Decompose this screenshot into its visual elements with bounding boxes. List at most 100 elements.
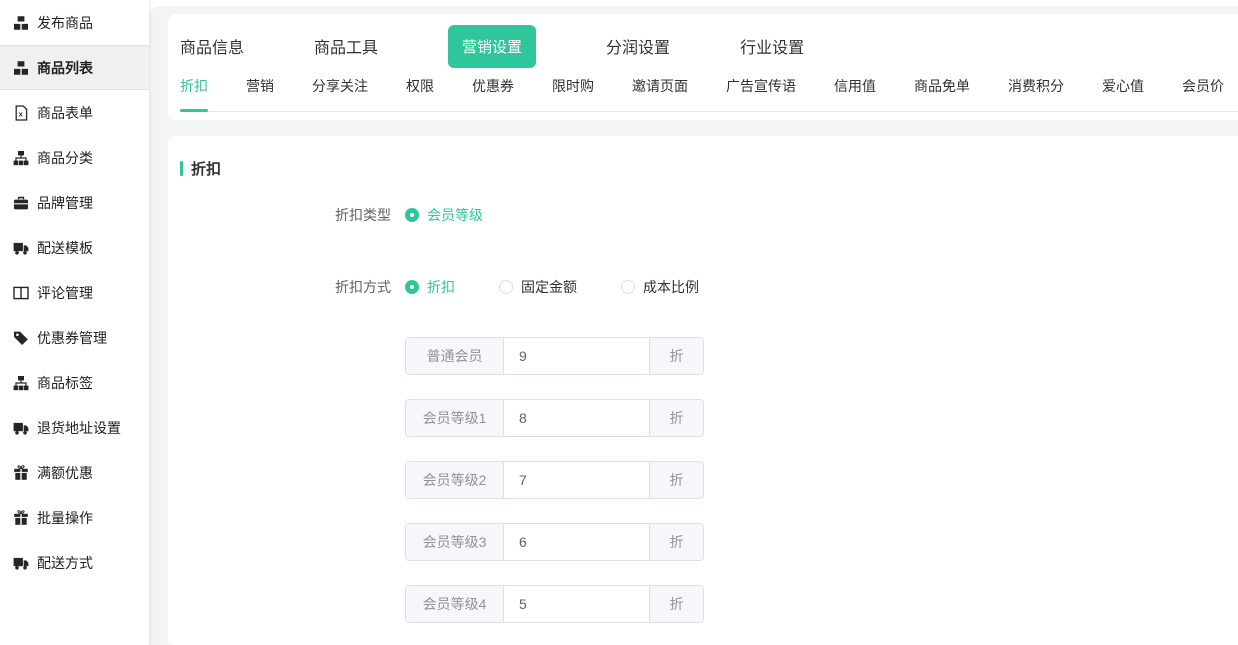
radio-label: 会员等级 bbox=[427, 205, 483, 225]
sidebar-item-brand-management[interactable]: 品牌管理 bbox=[0, 180, 149, 225]
input-prepend-label: 会员等级3 bbox=[406, 524, 504, 560]
sidebar-item-label: 满额优惠 bbox=[37, 463, 93, 483]
discount-input-group: 会员等级3 折 bbox=[405, 523, 704, 561]
sidebar-item-batch-operations[interactable]: 批量操作 bbox=[0, 495, 149, 540]
subtab-share-follow[interactable]: 分享关注 bbox=[312, 76, 368, 111]
subtab-invite-page[interactable]: 邀请页面 bbox=[632, 76, 688, 111]
radio-button-icon[interactable] bbox=[499, 280, 513, 294]
subtab-flash-sale[interactable]: 限时购 bbox=[552, 76, 594, 111]
tab-marketing-settings[interactable]: 营销设置 bbox=[448, 25, 536, 68]
truck-icon bbox=[13, 239, 30, 256]
discount-value-input[interactable] bbox=[504, 586, 649, 622]
discount-value-input[interactable] bbox=[504, 462, 649, 498]
secondary-tabs: 折扣 营销 分享关注 权限 优惠券 限时购 邀请页面 广告宣传语 信用值 商品免… bbox=[180, 76, 1238, 112]
sidebar-item-label: 退货地址设置 bbox=[37, 418, 121, 438]
sidebar-item-product-form[interactable]: 商品表单 bbox=[0, 90, 149, 135]
section-accent-bar bbox=[180, 161, 183, 176]
gift-icon bbox=[13, 509, 30, 526]
sidebar-item-product-category[interactable]: 商品分类 bbox=[0, 135, 149, 180]
sidebar-item-label: 商品表单 bbox=[37, 103, 93, 123]
subtab-coupon[interactable]: 优惠券 bbox=[472, 76, 514, 111]
truck-icon bbox=[13, 554, 30, 571]
columns-icon bbox=[13, 284, 30, 301]
radio-label: 成本比例 bbox=[643, 277, 699, 297]
tab-industry-settings[interactable]: 行业设置 bbox=[740, 34, 804, 58]
input-append-unit: 折 bbox=[649, 462, 703, 498]
briefcase-icon bbox=[13, 194, 30, 211]
sidebar-item-coupon-management[interactable]: 优惠券管理 bbox=[0, 315, 149, 360]
subtab-credit-value[interactable]: 信用值 bbox=[834, 76, 876, 111]
main-content-area: 商品信息 商品工具 营销设置 分润设置 行业设置 折扣 营销 分享关注 权限 优… bbox=[150, 6, 1238, 645]
sidebar-item-product-tags[interactable]: 商品标签 bbox=[0, 360, 149, 405]
sitemap-icon bbox=[13, 149, 30, 166]
sidebar-item-return-address-settings[interactable]: 退货地址设置 bbox=[0, 405, 149, 450]
input-prepend-label: 普通会员 bbox=[406, 338, 504, 374]
level-row-level3: 会员等级3 折 bbox=[180, 523, 1238, 561]
discount-input-group: 会员等级1 折 bbox=[405, 399, 704, 437]
radio-label: 固定金额 bbox=[521, 277, 577, 297]
discount-value-input[interactable] bbox=[504, 338, 649, 374]
sidebar-item-label: 商品标签 bbox=[37, 373, 93, 393]
tab-product-tools[interactable]: 商品工具 bbox=[314, 34, 378, 58]
discount-value-input[interactable] bbox=[504, 400, 649, 436]
radio-discount[interactable]: 折扣 bbox=[405, 277, 455, 297]
sidebar-item-publish-product[interactable]: 发布商品 bbox=[0, 0, 149, 45]
sidebar-item-label: 发布商品 bbox=[37, 13, 93, 33]
radio-button-icon[interactable] bbox=[621, 280, 635, 294]
input-prepend-label: 会员等级1 bbox=[406, 400, 504, 436]
sidebar-item-full-amount-discount[interactable]: 满额优惠 bbox=[0, 450, 149, 495]
sidebar-item-label: 品牌管理 bbox=[37, 193, 93, 213]
radio-button-icon[interactable] bbox=[405, 280, 419, 294]
sidebar-item-comment-management[interactable]: 评论管理 bbox=[0, 270, 149, 315]
input-append-unit: 折 bbox=[649, 524, 703, 560]
input-prepend-label: 会员等级4 bbox=[406, 586, 504, 622]
subtab-permissions[interactable]: 权限 bbox=[406, 76, 434, 111]
subtab-love-value[interactable]: 爱心值 bbox=[1102, 76, 1144, 111]
discount-type-label: 折扣类型 bbox=[180, 205, 405, 225]
radio-label: 折扣 bbox=[427, 277, 455, 297]
input-append-unit: 折 bbox=[649, 400, 703, 436]
discount-value-input[interactable] bbox=[504, 524, 649, 560]
level-row-level2: 会员等级2 折 bbox=[180, 461, 1238, 499]
subtab-discount[interactable]: 折扣 bbox=[180, 76, 208, 111]
sidebar-item-product-list[interactable]: 商品列表 bbox=[0, 45, 149, 90]
discount-mode-row: 折扣方式 折扣 固定金额 成本比例 bbox=[180, 277, 1238, 297]
sidebar-item-label: 配送模板 bbox=[37, 238, 93, 258]
level-row-level4: 会员等级4 折 bbox=[180, 585, 1238, 623]
radio-cost-ratio[interactable]: 成本比例 bbox=[621, 277, 699, 297]
input-append-unit: 折 bbox=[649, 338, 703, 374]
sidebar: 发布商品 商品列表 商品表单 商品分类 品牌管理 配送模板 评论管理 优惠券管理… bbox=[0, 0, 150, 645]
sitemap-icon bbox=[13, 374, 30, 391]
radio-member-level[interactable]: 会员等级 bbox=[405, 205, 483, 225]
discount-input-group: 普通会员 折 bbox=[405, 337, 704, 375]
sidebar-item-label: 批量操作 bbox=[37, 508, 93, 528]
section-title-text: 折扣 bbox=[191, 158, 221, 179]
tabs-card: 商品信息 商品工具 营销设置 分润设置 行业设置 折扣 营销 分享关注 权限 优… bbox=[168, 14, 1238, 120]
discount-type-row: 折扣类型 会员等级 bbox=[180, 205, 1238, 225]
subtab-ad-slogan[interactable]: 广告宣传语 bbox=[726, 76, 796, 111]
discount-panel: 折扣 折扣类型 会员等级 折扣方式 折扣 固定金额 bbox=[168, 136, 1238, 645]
subtab-product-free-order[interactable]: 商品免单 bbox=[914, 76, 970, 111]
section-title: 折扣 bbox=[180, 158, 1238, 179]
gift-icon bbox=[13, 464, 30, 481]
subtab-marketing[interactable]: 营销 bbox=[246, 76, 274, 111]
tab-profit-settings[interactable]: 分润设置 bbox=[606, 34, 670, 58]
sidebar-item-delivery-method[interactable]: 配送方式 bbox=[0, 540, 149, 585]
sidebar-item-label: 配送方式 bbox=[37, 553, 93, 573]
discount-input-group: 会员等级2 折 bbox=[405, 461, 704, 499]
subtab-consumption-points[interactable]: 消费积分 bbox=[1008, 76, 1064, 111]
primary-tabs: 商品信息 商品工具 营销设置 分润设置 行业设置 bbox=[180, 18, 1238, 74]
cubes-icon bbox=[13, 14, 30, 31]
radio-fixed-amount[interactable]: 固定金额 bbox=[499, 277, 577, 297]
sidebar-item-label: 商品分类 bbox=[37, 148, 93, 168]
level-row-level1: 会员等级1 折 bbox=[180, 399, 1238, 437]
member-level-discount-list: 普通会员 折 会员等级1 折 会员等级2 折 bbox=[180, 337, 1238, 623]
cubes-icon bbox=[13, 59, 30, 76]
input-append-unit: 折 bbox=[649, 586, 703, 622]
sidebar-item-label: 评论管理 bbox=[37, 283, 93, 303]
subtab-member-price[interactable]: 会员价 bbox=[1182, 76, 1224, 111]
tab-product-info[interactable]: 商品信息 bbox=[180, 34, 244, 58]
radio-button-icon[interactable] bbox=[405, 208, 419, 222]
level-row-normal-member: 普通会员 折 bbox=[180, 337, 1238, 375]
sidebar-item-delivery-template[interactable]: 配送模板 bbox=[0, 225, 149, 270]
